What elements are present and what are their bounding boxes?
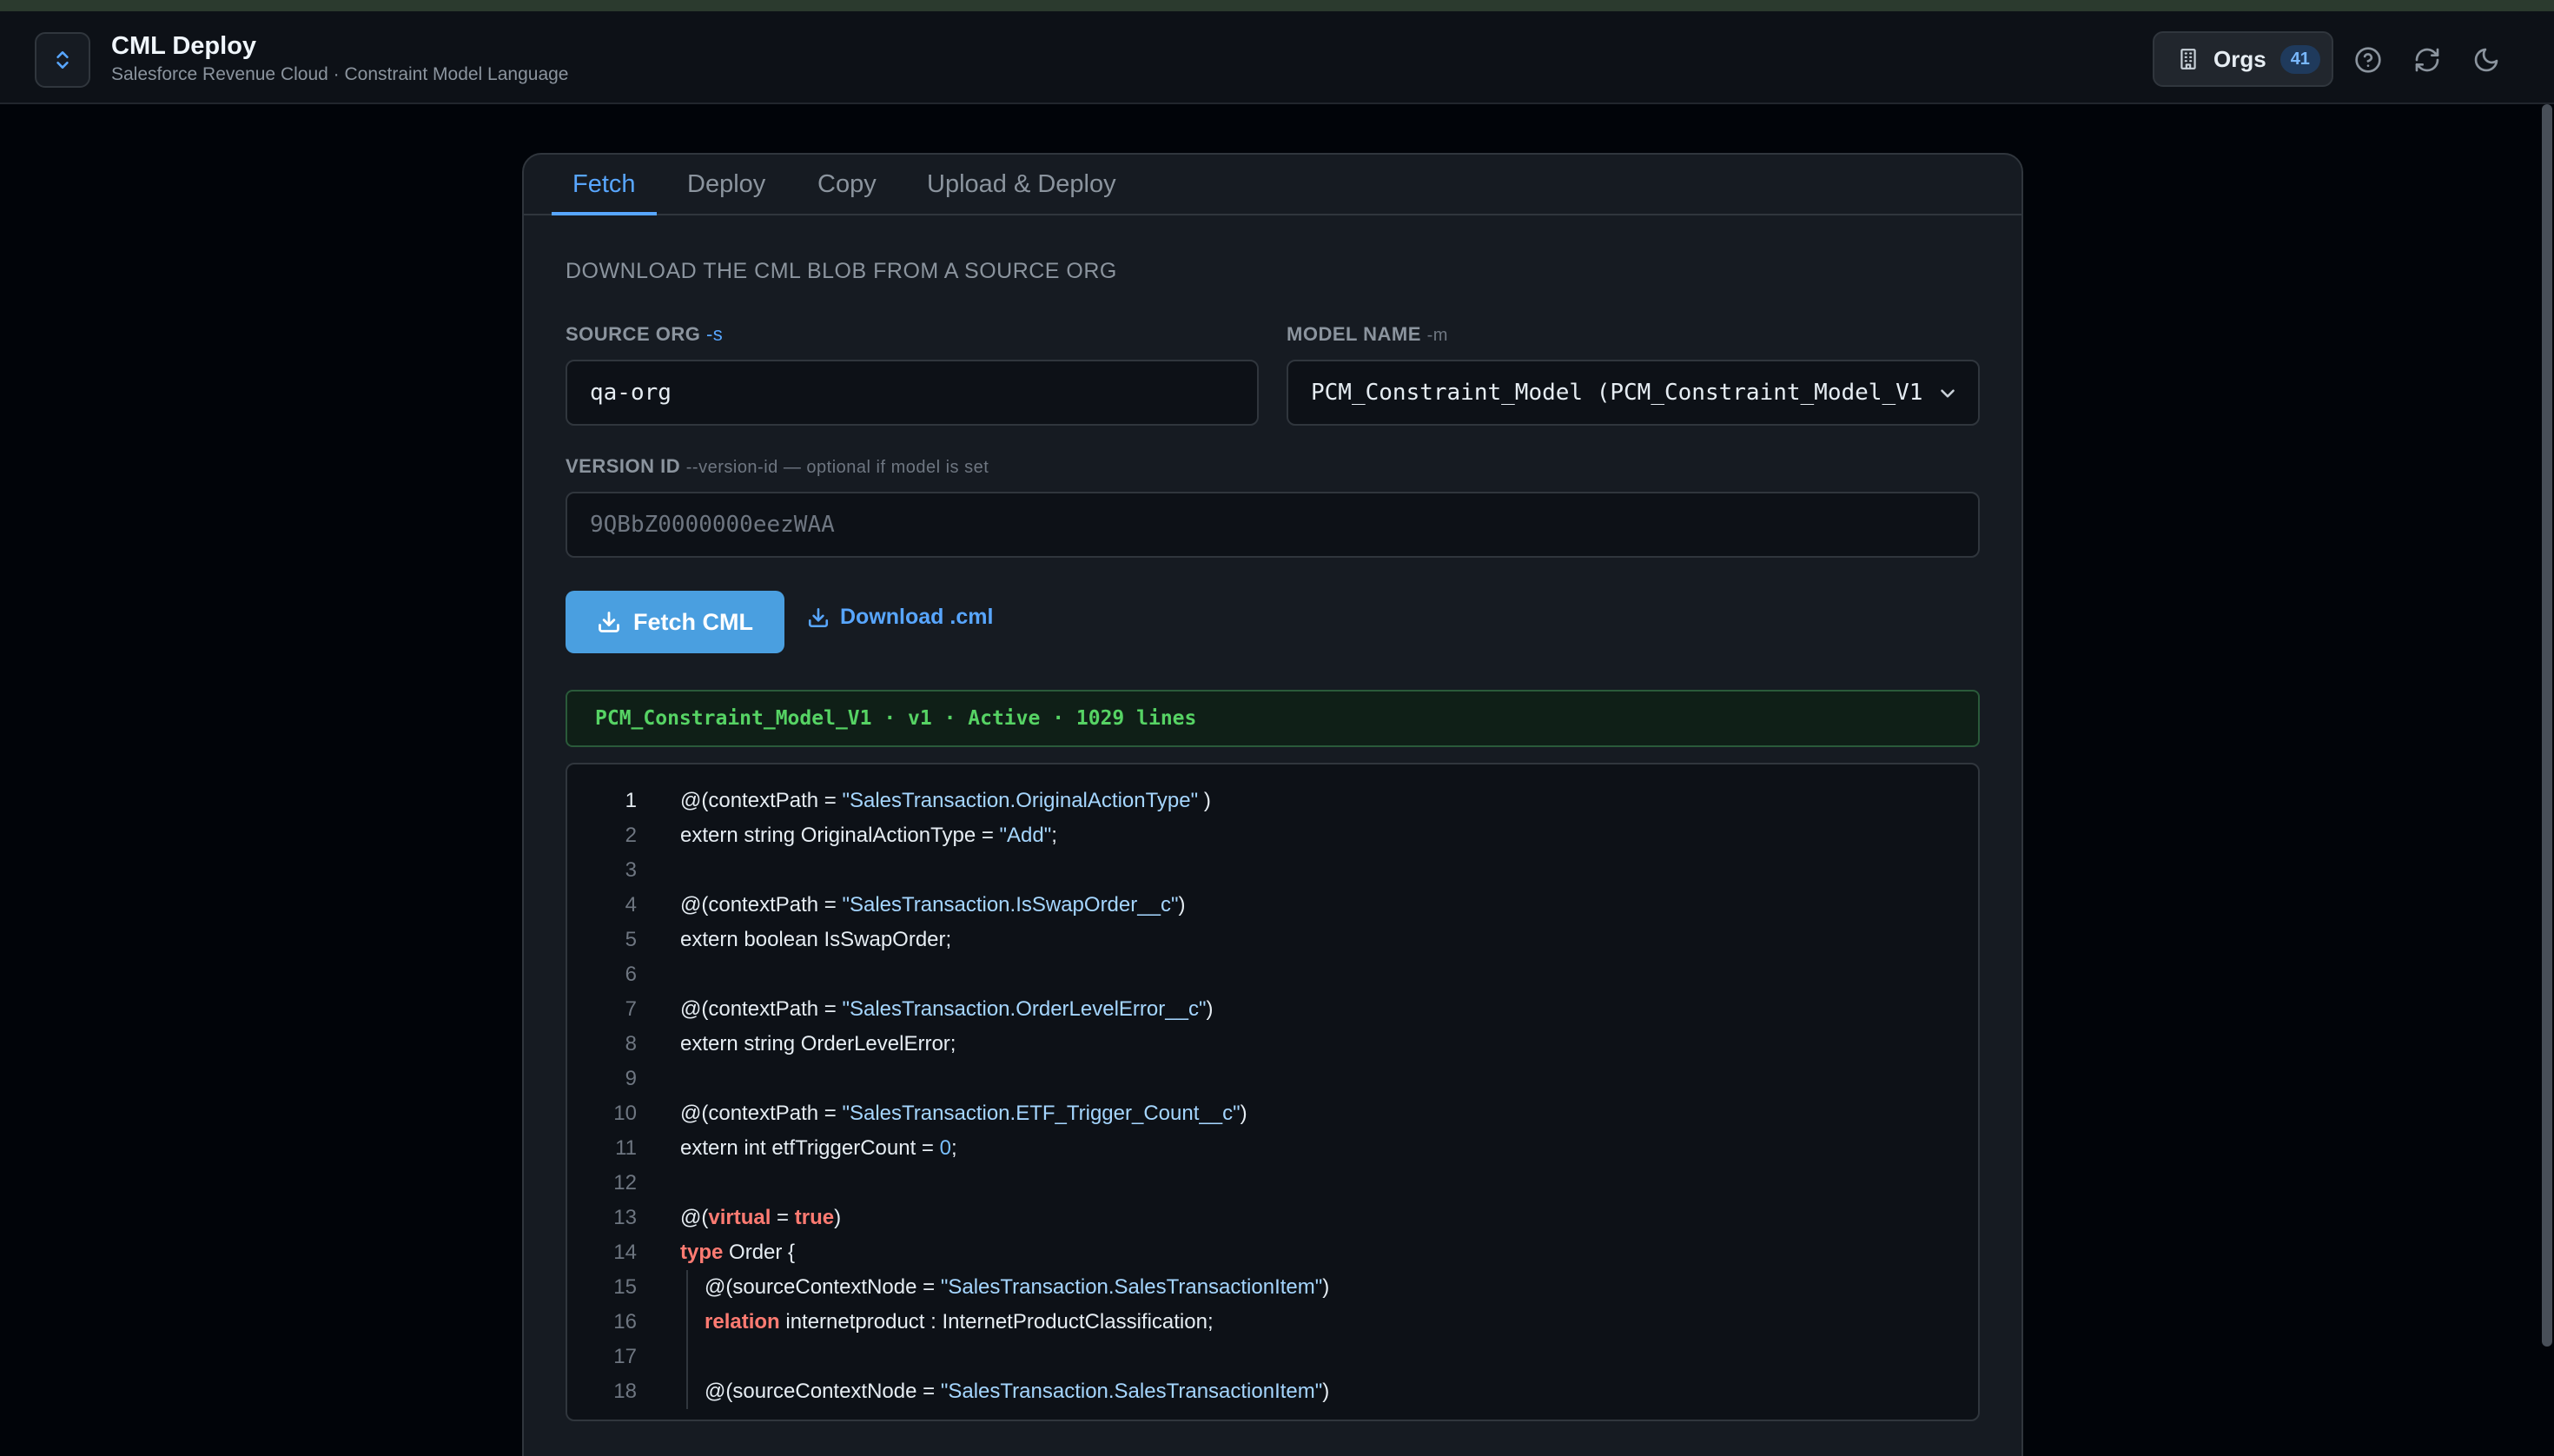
code-line: 10 @(contextPath = "SalesTransaction.ETF_… bbox=[567, 1096, 1978, 1131]
line-number: 5 bbox=[625, 928, 637, 951]
code-line: 7 @(contextPath = "SalesTransaction.Order… bbox=[567, 992, 1978, 1027]
code-text: @(sourceContextNode = "SalesTransaction.… bbox=[705, 1275, 1330, 1299]
top-accent-strip bbox=[0, 0, 2554, 11]
line-number: 10 bbox=[613, 1102, 637, 1125]
line-number: 7 bbox=[625, 997, 637, 1021]
code-line: 12 bbox=[567, 1166, 1978, 1201]
code-line: 17 bbox=[567, 1340, 1978, 1374]
tab-copy[interactable]: Copy bbox=[797, 167, 897, 215]
moon-icon[interactable] bbox=[2472, 46, 2500, 74]
code-text: relation internetproduct : InternetProdu… bbox=[705, 1310, 1214, 1334]
code-text: extern string OriginalActionType = "Add"… bbox=[680, 824, 1057, 847]
line-number: 16 bbox=[613, 1310, 637, 1334]
code-line: 4 @(contextPath = "SalesTransaction.IsSwa… bbox=[567, 888, 1978, 923]
code-line: 1 @(contextPath = "SalesTransaction.Origi… bbox=[567, 784, 1978, 818]
line-number: 6 bbox=[625, 963, 637, 986]
app-subtitle: Salesforce Revenue Cloud · Constraint Mo… bbox=[111, 64, 569, 84]
code-text: extern int etfTriggerCount = 0; bbox=[680, 1136, 957, 1160]
orgs-count-badge: 41 bbox=[2279, 44, 2320, 74]
line-number: 12 bbox=[613, 1171, 637, 1195]
code-line: 16 relation internetproduct : InternetPro… bbox=[567, 1305, 1978, 1340]
tab-fetch[interactable]: Fetch bbox=[552, 167, 657, 215]
fetch-cml-button[interactable]: Fetch CML bbox=[566, 591, 784, 653]
tab-deploy[interactable]: Deploy bbox=[666, 167, 786, 215]
code-line: 2 extern string OriginalActionType = "Add… bbox=[567, 818, 1978, 853]
line-number: 15 bbox=[613, 1275, 637, 1299]
page-scrollbar[interactable] bbox=[2542, 104, 2552, 1347]
code-text: extern boolean IsSwapOrder; bbox=[680, 928, 952, 951]
line-number: 3 bbox=[625, 858, 637, 882]
model-status-bar: PCM_Constraint_Model_V1 · v1 · Active · … bbox=[566, 690, 1980, 747]
line-number: 17 bbox=[613, 1345, 637, 1368]
code-text: @(contextPath = "SalesTransaction.Origin… bbox=[680, 789, 1211, 812]
code-text: @(contextPath = "SalesTransaction.IsSwap… bbox=[680, 893, 1186, 917]
tab-bar: Fetch Deploy Copy Upload & Deploy bbox=[524, 155, 2021, 215]
line-number: 4 bbox=[625, 893, 637, 917]
source-org-input[interactable]: qa-org bbox=[566, 360, 1259, 426]
model-name-label: MODEL NAME -m bbox=[1287, 323, 1448, 345]
code-line: 8 extern string OrderLevelError; bbox=[567, 1027, 1978, 1062]
app-title: CML Deploy bbox=[111, 32, 257, 60]
section-title: DOWNLOAD THE CML BLOB FROM A SOURCE ORG bbox=[566, 259, 1117, 283]
code-text: @(contextPath = "SalesTransaction.ETF_Tr… bbox=[680, 1102, 1247, 1125]
code-text: type Order { bbox=[680, 1241, 796, 1264]
app-swap-icon[interactable] bbox=[35, 32, 90, 88]
model-name-select[interactable]: PCM_Constraint_Model (PCM_Constraint_Mod… bbox=[1287, 360, 1980, 426]
line-number: 14 bbox=[613, 1241, 637, 1264]
code-line: 13 @(virtual = true) bbox=[567, 1201, 1978, 1235]
code-line: 5 extern boolean IsSwapOrder; bbox=[567, 923, 1978, 957]
download-cml-link[interactable]: Download .cml bbox=[807, 605, 993, 630]
code-editor[interactable]: 1 @(contextPath = "SalesTransaction.Origi… bbox=[566, 763, 1980, 1421]
line-number: 13 bbox=[613, 1206, 637, 1229]
version-id-label: VERSION ID --version-id — optional if mo… bbox=[566, 455, 989, 477]
model-name-flag: -m bbox=[1426, 326, 1448, 345]
line-number: 11 bbox=[615, 1136, 637, 1160]
line-number: 9 bbox=[625, 1067, 637, 1090]
line-number: 2 bbox=[625, 824, 637, 847]
line-number: 8 bbox=[625, 1032, 637, 1056]
code-line: 15 @(sourceContextNode = "SalesTransactio… bbox=[567, 1270, 1978, 1305]
code-line: 18 @(sourceContextNode = "SalesTransactio… bbox=[567, 1374, 1978, 1409]
version-id-input[interactable]: 9QBbZ0000000eezWAA bbox=[566, 492, 1980, 558]
code-line: 14 type Order { bbox=[567, 1235, 1978, 1270]
tab-upload-deploy[interactable]: Upload & Deploy bbox=[906, 167, 1137, 215]
main-card: Fetch Deploy Copy Upload & Deploy DOWNLO… bbox=[522, 153, 2023, 1456]
chevron-down-icon bbox=[1941, 389, 1955, 398]
help-icon[interactable] bbox=[2354, 46, 2382, 74]
line-number: 1 bbox=[625, 789, 637, 812]
indent-guide bbox=[686, 1270, 688, 1305]
source-org-label: SOURCE ORG -s bbox=[566, 323, 724, 345]
code-text: @(contextPath = "SalesTransaction.OrderL… bbox=[680, 997, 1214, 1021]
download-icon bbox=[599, 612, 619, 632]
orgs-label: Orgs bbox=[2213, 45, 2266, 72]
indent-guide bbox=[686, 1340, 688, 1374]
line-number: 18 bbox=[613, 1380, 637, 1403]
code-text: extern string OrderLevelError; bbox=[680, 1032, 956, 1056]
version-id-hint: --version-id — optional if model is set bbox=[685, 458, 989, 477]
code-line: 11 extern int etfTriggerCount = 0; bbox=[567, 1131, 1978, 1166]
indent-guide bbox=[686, 1305, 688, 1340]
orgs-button[interactable]: Orgs 41 bbox=[2153, 31, 2333, 87]
download-icon bbox=[808, 607, 829, 627]
indent-guide bbox=[686, 1374, 688, 1409]
code-text: @(sourceContextNode = "SalesTransaction.… bbox=[705, 1380, 1330, 1403]
code-line: 3 bbox=[567, 853, 1978, 888]
code-text: @(virtual = true) bbox=[680, 1206, 842, 1229]
refresh-icon[interactable] bbox=[2413, 46, 2441, 74]
source-org-flag: -s bbox=[705, 323, 724, 345]
building-icon bbox=[2180, 49, 2196, 69]
code-line: 6 bbox=[567, 957, 1978, 992]
app-header: CML Deploy Salesforce Revenue Cloud · Co… bbox=[0, 11, 2554, 104]
code-line: 9 bbox=[567, 1062, 1978, 1096]
